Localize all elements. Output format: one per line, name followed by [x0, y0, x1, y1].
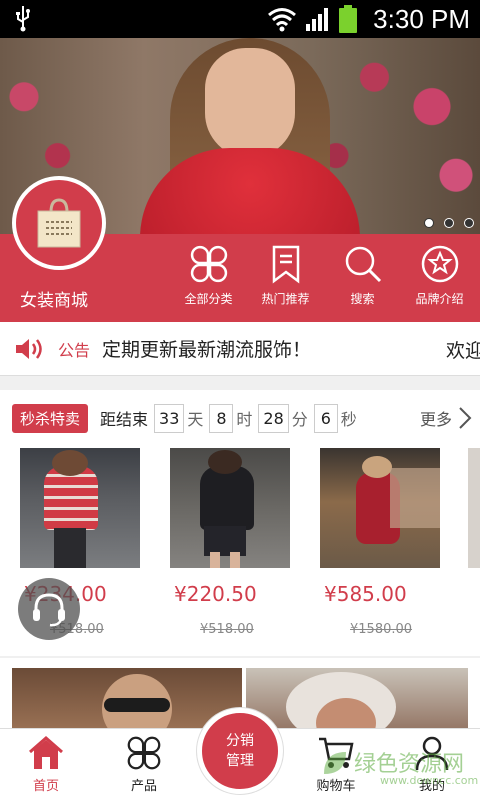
tab-home-label: 首页 [32, 779, 59, 794]
tab-home[interactable]: 首页 [6, 735, 86, 794]
nav-label: 全部分类 [184, 292, 233, 306]
countdown-hours: 8 [209, 403, 234, 433]
product-image [468, 448, 480, 568]
countdown-days: 33 [154, 403, 185, 433]
announcement-text: 定期更新最新潮流服饰！ [102, 339, 312, 361]
nav-brand-intro[interactable]: 品牌介绍 [401, 244, 478, 314]
product-original-price: ¥1580.00 [350, 622, 413, 637]
product-card[interactable]: ¥234.00 ¥518.00 [20, 448, 142, 637]
tab-products-label: 产品 [130, 779, 157, 794]
nav-all-categories[interactable]: 全部分类 [170, 244, 247, 314]
countdown-unit: 天 [187, 410, 204, 429]
center-label-line2: 管理 [226, 753, 254, 769]
countdown-seconds: 6 [313, 403, 338, 433]
four-petal-grid-icon [127, 736, 161, 770]
tab-cart-label: 购物车 [316, 779, 356, 794]
countdown-unit: 秒 [340, 410, 357, 429]
flash-sale-header: 秒杀特卖 距结束 33 天 8 时 28 分 6 秒 更多 [0, 400, 480, 436]
shopping-bag-icon [37, 198, 81, 248]
battery-icon [339, 5, 358, 33]
search-icon [345, 246, 381, 283]
product-card[interactable]: ¥585.00 ¥1580.00 [320, 448, 442, 637]
product-original-price: ¥518.00 [200, 622, 254, 637]
tab-mine-label: 我的 [418, 779, 445, 794]
bookmark-icon [272, 245, 299, 284]
center-label-line1: 分销 [226, 733, 254, 749]
cart-icon [319, 737, 354, 768]
four-petal-grid-icon [190, 245, 227, 283]
speaker-icon [16, 338, 42, 359]
banner-pager [424, 218, 474, 228]
product-card[interactable] [468, 448, 480, 568]
user-icon [415, 736, 449, 771]
nav-hot-recommend[interactable]: 热门推荐 [247, 244, 324, 314]
pager-dot[interactable] [464, 218, 474, 228]
product-image [320, 448, 440, 568]
home-icon [29, 736, 63, 769]
countdown-label: 距结束 [100, 410, 149, 429]
tab-cart[interactable]: 购物车 [296, 735, 376, 794]
shop-logo[interactable] [12, 176, 106, 270]
status-bar: 3:30 PM [0, 0, 480, 38]
product-image [20, 448, 140, 568]
distribution-management-button[interactable]: 分销 管理 [197, 708, 283, 794]
banner-model-face [205, 48, 295, 158]
nav-search[interactable]: 搜索 [324, 244, 401, 314]
pager-dot[interactable] [444, 218, 454, 228]
signal-icon [306, 8, 329, 31]
headset-icon [33, 593, 65, 627]
countdown-unit: 时 [236, 410, 253, 429]
shop-name: 女装商城 [20, 291, 88, 311]
nav-label: 搜索 [350, 292, 375, 306]
announcement-text-next: 欢迎 [446, 340, 480, 362]
chevron-right-icon[interactable] [458, 406, 472, 430]
product-price: ¥220.50 [174, 582, 257, 606]
usb-icon [16, 6, 30, 32]
product-image [170, 448, 290, 568]
announcement-label: 公告 [58, 340, 91, 360]
wifi-icon [268, 8, 297, 32]
more-link[interactable]: 更多 [420, 406, 452, 430]
product-price: ¥585.00 [324, 582, 407, 606]
tab-products[interactable]: 产品 [104, 735, 184, 794]
brand-badge-icon [421, 245, 458, 283]
countdown-unit: 分 [291, 410, 308, 429]
customer-service-button[interactable] [18, 578, 80, 640]
category-nav: 全部分类 热门推荐 搜索 品牌介绍 [170, 244, 480, 314]
pager-dot[interactable] [424, 218, 434, 228]
nav-label: 品牌介绍 [415, 292, 464, 306]
announcement-bar[interactable]: 公告 定期更新最新潮流服饰！ 欢迎 [0, 322, 480, 376]
nav-label: 热门推荐 [261, 292, 310, 306]
clock: 3:30 PM [373, 3, 470, 34]
flash-sale-badge: 秒杀特卖 [12, 403, 89, 433]
countdown-minutes: 28 [258, 403, 289, 433]
app-screen: 3:30 PM 女装商城 全部分类 热门推荐 搜索 品牌介绍 公告 定期更新最新… [0, 0, 480, 800]
product-card[interactable]: ¥220.50 ¥518.00 [170, 448, 292, 637]
tab-mine[interactable]: 我的 [392, 735, 472, 794]
